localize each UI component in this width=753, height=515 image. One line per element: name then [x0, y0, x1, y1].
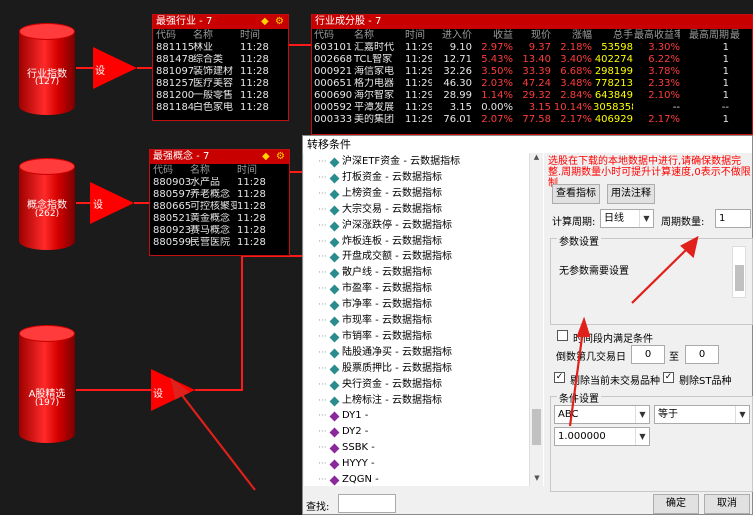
- annotation-arrow: [170, 235, 699, 491]
- screen: 行业指数 (127) 设 概念指数 (262) 设 A股精选 (197) 设 最…: [0, 0, 753, 515]
